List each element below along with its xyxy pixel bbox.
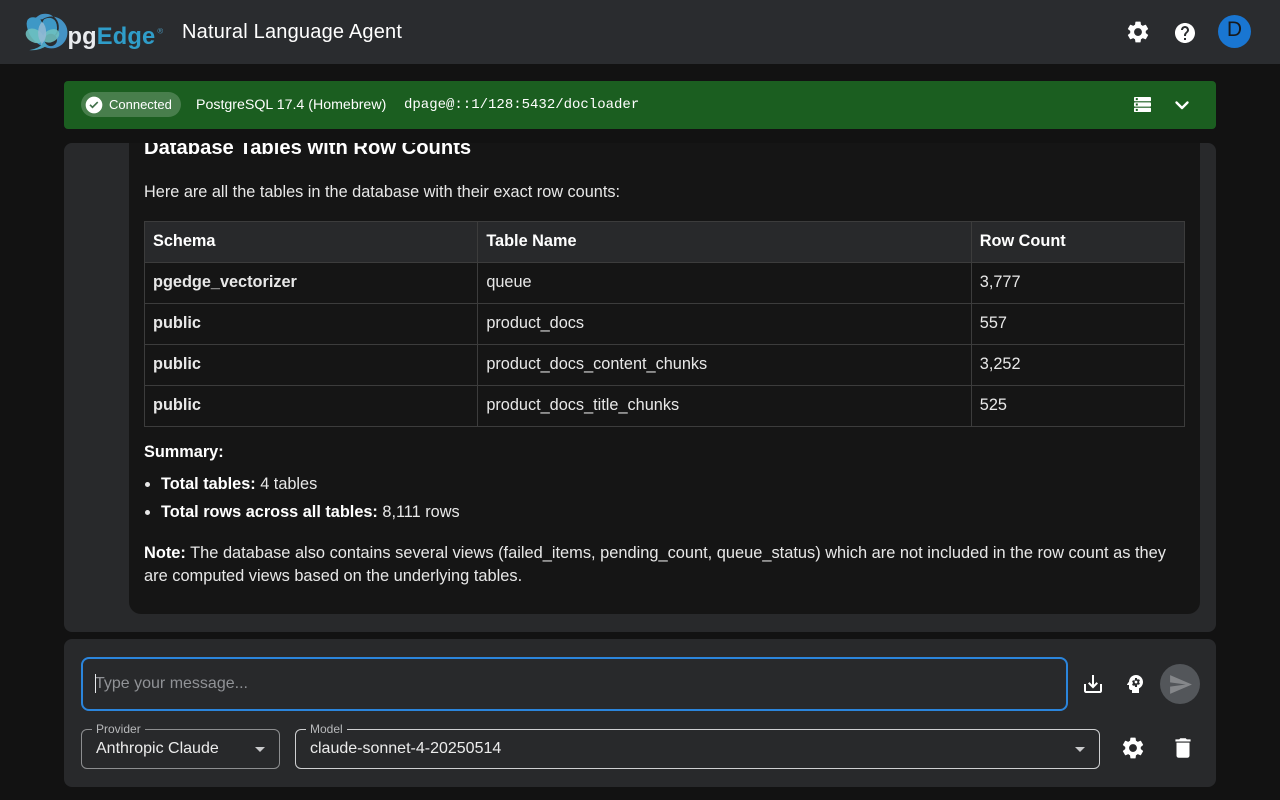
svg-text:®: ®: [157, 26, 163, 35]
svg-text:pgEdge: pgEdge: [67, 24, 155, 50]
